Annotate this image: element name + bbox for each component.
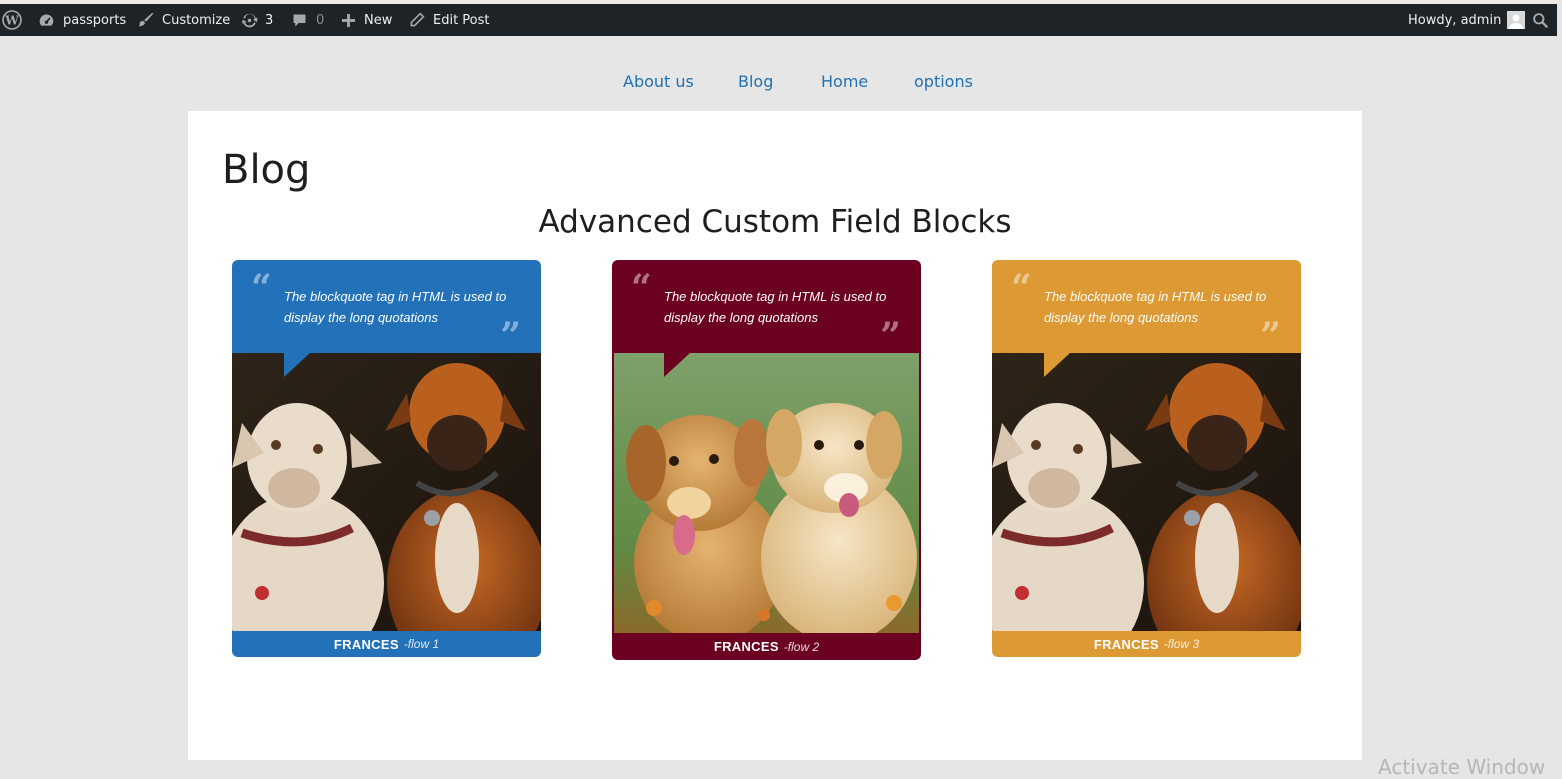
- card-quote-text: The blockquote tag in HTML is used to di…: [664, 289, 887, 325]
- speech-notch: [1044, 353, 1070, 377]
- open-quote-icon: “: [251, 267, 272, 309]
- open-quote-icon: “: [1011, 267, 1032, 309]
- card-quote-box: “ The blockquote tag in HTML is used to …: [992, 260, 1301, 357]
- testimonial-card-2: “ The blockquote tag in HTML is used to …: [612, 260, 921, 660]
- dashboard-icon: [38, 12, 55, 29]
- card-quote-box: “ The blockquote tag in HTML is used to …: [232, 260, 541, 357]
- card-quote-text: The blockquote tag in HTML is used to di…: [1044, 289, 1267, 325]
- svg-text:W: W: [4, 14, 19, 28]
- new-content-link[interactable]: New: [341, 4, 392, 36]
- site-name: passports: [63, 12, 127, 28]
- card-quote-box: “ The blockquote tag in HTML is used to …: [612, 260, 921, 357]
- search-icon[interactable]: [1532, 4, 1549, 36]
- card-author-flow: -flow 2: [783, 639, 820, 654]
- card-photo-golden-puppies: [612, 353, 921, 643]
- nav-item-options[interactable]: options: [914, 72, 973, 94]
- card-author-flow: -flow 3: [1163, 637, 1200, 651]
- testimonial-card-3: “ The blockquote tag in HTML is used to …: [992, 260, 1301, 657]
- card-quote-text: The blockquote tag in HTML is used to di…: [284, 289, 507, 325]
- section-title: Advanced Custom Field Blocks: [538, 204, 1012, 240]
- updates-icon: [240, 11, 259, 30]
- card-photo-boxer-dogs: [992, 353, 1301, 657]
- nav-item-blog[interactable]: Blog: [738, 72, 773, 94]
- activate-windows-watermark: Activate Window: [1378, 755, 1546, 779]
- card-author-flow: -flow 1: [403, 637, 440, 651]
- comments-link[interactable]: 0: [291, 4, 324, 36]
- card-footer: FRANCES -flow 3: [992, 631, 1301, 657]
- nav-item-about-us[interactable]: About us: [623, 72, 694, 94]
- card-photo-boxer-dogs: [232, 353, 541, 657]
- admin-bar: W passports Customize 3 0 New Edit Post …: [0, 4, 1557, 36]
- close-quote-icon: ”: [880, 315, 901, 357]
- close-quote-icon: ”: [500, 315, 521, 357]
- pencil-icon: [409, 12, 425, 28]
- comments-count: 0: [316, 12, 325, 28]
- my-account-link[interactable]: Howdy, admin: [1408, 4, 1526, 36]
- customize-label: Customize: [162, 12, 231, 28]
- window-edge: [1557, 0, 1562, 775]
- card-author-name: FRANCES: [713, 639, 779, 654]
- close-quote-icon: ”: [1260, 315, 1281, 357]
- updates-count: 3: [265, 12, 274, 28]
- card-footer: FRANCES -flow 1: [232, 631, 541, 657]
- open-quote-icon: “: [631, 267, 652, 309]
- card-author-name: FRANCES: [1093, 636, 1159, 652]
- brush-icon: [137, 11, 155, 29]
- howdy-label: Howdy, admin: [1408, 12, 1502, 28]
- edit-post-label: Edit Post: [433, 12, 490, 28]
- testimonial-card-1: “ The blockquote tag in HTML is used to …: [232, 260, 541, 657]
- card-footer: FRANCES -flow 2: [612, 633, 921, 660]
- site-name-link[interactable]: passports: [38, 4, 126, 36]
- card-author-name: FRANCES: [333, 636, 399, 652]
- updates-link[interactable]: 3: [240, 4, 273, 36]
- nav-item-home[interactable]: Home: [821, 72, 868, 94]
- edit-post-link[interactable]: Edit Post: [409, 4, 490, 36]
- plus-icon: [341, 13, 356, 28]
- speech-notch: [664, 353, 690, 377]
- customize-link[interactable]: Customize: [137, 4, 230, 36]
- speech-notch: [284, 353, 310, 377]
- comment-bubble-icon: [291, 12, 308, 29]
- page-title: Blog: [222, 147, 311, 193]
- avatar: [1507, 11, 1526, 29]
- wordpress-logo-icon[interactable]: W: [2, 4, 22, 36]
- new-label: New: [364, 12, 393, 28]
